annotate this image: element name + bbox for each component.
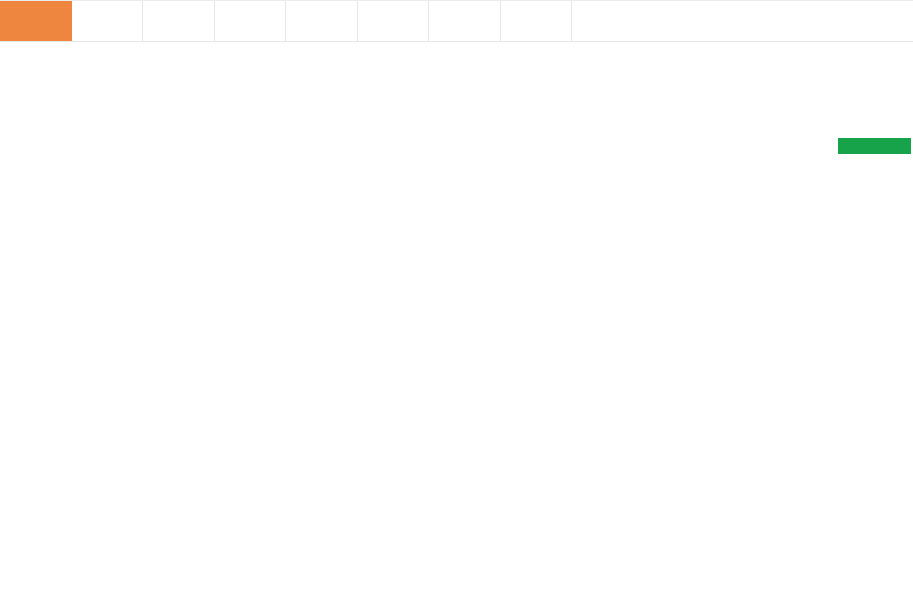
tab-week[interactable]: [71, 1, 143, 41]
macd-info-row: [12, 476, 55, 491]
chart-canvas[interactable]: [0, 0, 913, 601]
tab-60min[interactable]: [429, 1, 501, 41]
tab-5min[interactable]: [214, 1, 286, 41]
timeframe-tabbar: [0, 0, 913, 42]
tab-day[interactable]: [0, 1, 72, 41]
ohlc-info-row: [9, 50, 68, 65]
ma-info-row: [9, 70, 52, 85]
tab-4hour[interactable]: [500, 1, 572, 41]
tab-month[interactable]: [143, 1, 215, 41]
kline-app: { "tab_bar": { "tabs": [ {"label": "日", …: [0, 0, 913, 601]
tab-30min[interactable]: [357, 1, 429, 41]
tab-15min[interactable]: [286, 1, 358, 41]
current-price-tag: [838, 138, 911, 154]
